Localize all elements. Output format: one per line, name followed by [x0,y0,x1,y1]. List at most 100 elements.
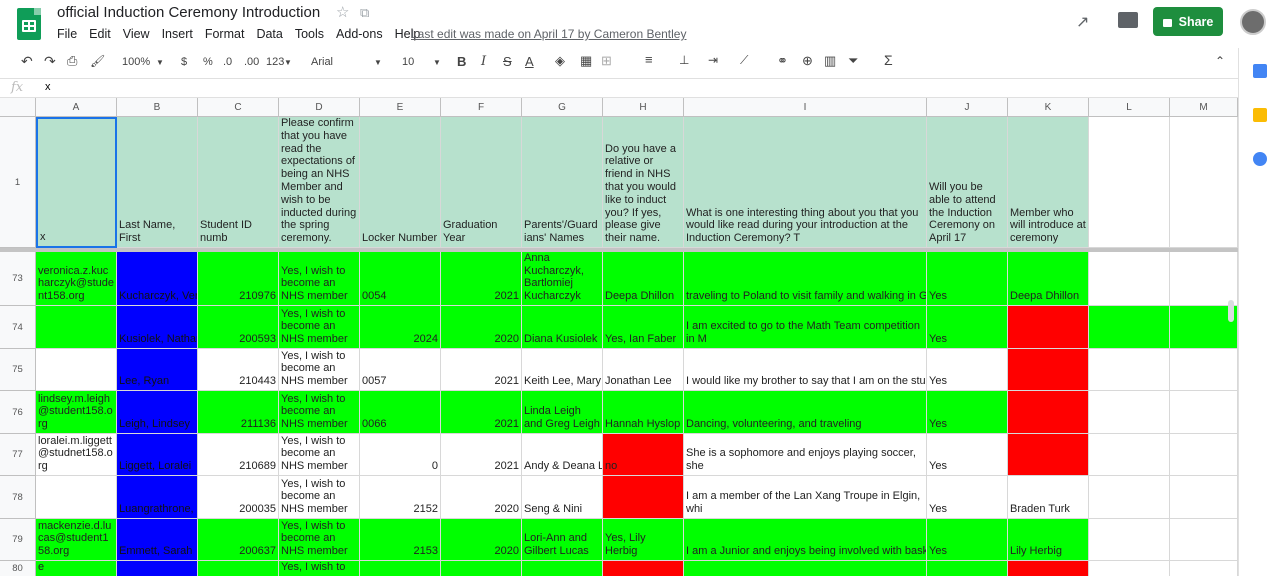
cell-j79[interactable]: Yes [927,519,1008,561]
cell-d76[interactable]: Yes, I wish to become an NHS member [279,391,360,434]
cell-a75[interactable] [36,349,117,391]
cell-i80[interactable] [684,561,927,576]
cell-d74[interactable]: Yes, I wish to become an NHS member [279,306,360,349]
header-cell-a[interactable]: x [36,117,117,248]
insert-link-icon[interactable]: ⚭ [777,53,788,69]
vertical-align-icon[interactable]: ⊥ [679,53,689,67]
cell-a74[interactable] [36,306,117,349]
row-header-73[interactable]: 73 [0,252,36,306]
collapse-toolbar-icon[interactable]: ⌃ [1215,54,1225,68]
column-header-l[interactable]: L [1089,98,1170,117]
cell-f80[interactable] [441,561,522,576]
header-cell-e[interactable]: Locker Number [360,117,441,248]
select-all-corner[interactable] [0,98,36,117]
filter-icon[interactable]: ⏷ [848,53,858,69]
comment-icon[interactable] [1118,12,1138,28]
cell-h76[interactable]: Hannah Hyslop [603,391,684,434]
cell-h77[interactable]: no [603,434,684,476]
cell-c80[interactable] [198,561,279,576]
cell-h75[interactable]: Jonathan Lee [603,349,684,391]
cell-c73[interactable]: 210976 [198,252,279,306]
cell-g75[interactable]: Keith Lee, Mary L [522,349,603,391]
move-to-drive-icon[interactable]: ⧉ [360,5,369,21]
decrease-decimal-button[interactable]: .0 [223,56,232,68]
cell-k73[interactable]: Deepa Dhillon [1008,252,1089,306]
column-header-i[interactable]: I [684,98,927,117]
undo-icon[interactable]: ↶ [21,53,33,70]
cell-j78[interactable]: Yes [927,476,1008,519]
last-edit-link[interactable]: Last edit was made on April 17 by Camero… [411,27,686,41]
cell-b79[interactable]: Emmett, Sarah [117,519,198,561]
cell-h78[interactable] [603,476,684,519]
insert-comment-icon[interactable]: ⊕ [802,53,813,69]
menu-item-addons[interactable]: Add-ons [336,27,383,41]
menu-item-view[interactable]: View [123,27,150,41]
cell-i78[interactable]: I am a member of the Lan Xang Troupe in … [684,476,927,519]
row-header-77[interactable]: 77 [0,434,36,476]
cell-g80[interactable] [522,561,603,576]
bold-icon[interactable]: B [457,54,466,69]
column-header-a[interactable]: A [36,98,117,117]
header-cell-h[interactable]: Do you have a relative or friend in NHS … [603,117,684,248]
cell-l78[interactable] [1089,476,1170,519]
cell-e74[interactable]: 2024 [360,306,441,349]
paint-format-icon[interactable]: 🖌 [90,54,105,68]
menu-item-data[interactable]: Data [256,27,282,41]
formula-input[interactable]: x [45,81,51,93]
cell-e78[interactable]: 2152 [360,476,441,519]
cell-a79[interactable]: mackenzie.d.lucas@student158.org [36,519,117,561]
frozen-row-divider[interactable] [0,248,1238,252]
row-header-80[interactable]: 80 [0,561,36,576]
cell-f77[interactable]: 2021 [441,434,522,476]
cell-d75[interactable]: Yes, I wish to become an NHS member [279,349,360,391]
cell-j73[interactable]: Yes [927,252,1008,306]
cell-a73[interactable]: veronica.z.kucharczyk@student158.org [36,252,117,306]
cell-d79[interactable]: Yes, I wish to become an NHS member [279,519,360,561]
cell-m75[interactable] [1170,349,1238,391]
cell-j74[interactable]: Yes [927,306,1008,349]
cell-b75[interactable]: Lee, Ryan [117,349,198,391]
cell-c74[interactable]: 200593 [198,306,279,349]
cell-g73[interactable]: Anna Kucharczyk, Bartlomiej Kucharczyk [522,252,603,306]
cell-c75[interactable]: 210443 [198,349,279,391]
cell-i75[interactable]: I would like my brother to say that I am… [684,349,927,391]
column-header-h[interactable]: H [603,98,684,117]
cell-e79[interactable]: 2153 [360,519,441,561]
percent-button[interactable]: % [203,56,213,68]
menu-item-tools[interactable]: Tools [295,27,324,41]
header-cell-c[interactable]: Student ID numb [198,117,279,248]
cell-g74[interactable]: Diana Kusiolek [522,306,603,349]
cell-e75[interactable]: 0057 [360,349,441,391]
sheets-logo-icon[interactable] [17,8,41,40]
cell-m76[interactable] [1170,391,1238,434]
avatar[interactable] [1240,9,1266,35]
align-left-icon[interactable]: ≡ [645,52,653,67]
calendar-icon[interactable] [1253,64,1267,78]
cell-g79[interactable]: Lori-Ann and Gilbert Lucas [522,519,603,561]
cell-f73[interactable]: 2021 [441,252,522,306]
cell-e77[interactable]: 0 [360,434,441,476]
cell-b73[interactable]: Kucharczyk, Ver [117,252,198,306]
cell-k76[interactable] [1008,391,1089,434]
cell-k77[interactable] [1008,434,1089,476]
cell-m79[interactable] [1170,519,1238,561]
cell-b80[interactable] [117,561,198,576]
header-cell-b[interactable]: Last Name, First [117,117,198,248]
cell-f74[interactable]: 2020 [441,306,522,349]
cell-k79[interactable]: Lily Herbig [1008,519,1089,561]
cell-a78[interactable] [36,476,117,519]
header-cell-g[interactable]: Parents'/Guardians' Names [522,117,603,248]
italic-icon[interactable]: I [481,54,486,69]
cell-c77[interactable]: 210689 [198,434,279,476]
header-cell-k[interactable]: Member who will introduce at ceremony [1008,117,1089,248]
menu-item-edit[interactable]: Edit [89,27,111,41]
cell-l80[interactable] [1089,561,1170,576]
cell-c78[interactable]: 200035 [198,476,279,519]
cell-e80[interactable] [360,561,441,576]
cell-d80[interactable]: Yes, I wish to [279,561,360,576]
fill-color-icon[interactable]: ◈ [555,53,565,69]
cell-h73[interactable]: Deepa Dhillon [603,252,684,306]
header-cell-f[interactable]: Graduation Year [441,117,522,248]
column-header-c[interactable]: C [198,98,279,117]
cell-m77[interactable] [1170,434,1238,476]
